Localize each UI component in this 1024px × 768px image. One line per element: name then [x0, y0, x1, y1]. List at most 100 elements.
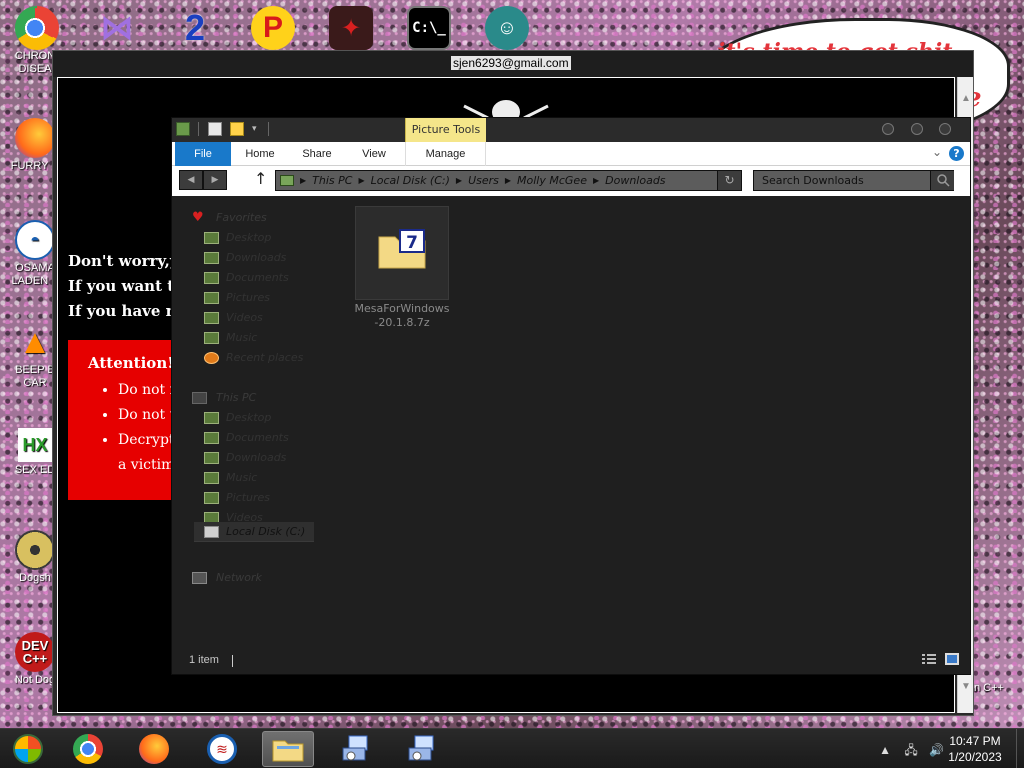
nav-fav-downloads[interactable]: Downloads: [204, 250, 287, 266]
nav-pc-downloads[interactable]: Downloads: [204, 450, 287, 466]
breadcrumb-users[interactable]: Users: [468, 174, 499, 187]
favorites-heart-icon: ♥: [192, 210, 204, 225]
start-button[interactable]: [2, 731, 54, 767]
tab-manage[interactable]: Manage: [405, 142, 486, 166]
network-status-icon[interactable]: 🖧: [904, 743, 917, 757]
nav-pc-desktop[interactable]: Desktop: [204, 410, 272, 426]
breadcrumb-this-pc[interactable]: This PC: [312, 174, 352, 187]
nav-fav-pictures[interactable]: Pictures: [204, 290, 270, 306]
two-icon[interactable]: 2: [170, 6, 220, 50]
nav-label: Recent places: [226, 351, 304, 364]
file-name[interactable]: MesaForWindows-20.1.8.7z: [353, 302, 451, 330]
nav-fav-desktop[interactable]: Desktop: [204, 230, 271, 246]
nav-label: Desktop: [226, 411, 272, 424]
qat-dropdown-icon[interactable]: ▾: [252, 122, 266, 136]
nav-label: Music: [226, 331, 258, 344]
nav-pc-local-disk[interactable]: Local Disk (C:): [204, 524, 305, 540]
breadcrumb-downloads[interactable]: Downloads: [605, 174, 665, 187]
nav-fav-videos[interactable]: Videos: [204, 310, 263, 326]
tab-share[interactable]: Share: [294, 142, 340, 166]
scroll-down-icon[interactable]: ▼: [958, 679, 974, 695]
svg-text:7: 7: [406, 233, 418, 253]
clock-date: 1/20/2023: [948, 750, 1002, 764]
minimize-button[interactable]: [882, 123, 894, 135]
qat-divider: [198, 122, 199, 136]
file-item[interactable]: 7: [355, 206, 449, 300]
computer-icon: [192, 392, 207, 404]
ransom-line-3: If you have no: [68, 302, 187, 320]
nav-this-pc[interactable]: This PC: [192, 390, 256, 406]
search-icon[interactable]: [930, 171, 954, 190]
picture-tools-label: Picture Tools: [405, 118, 486, 142]
nav-fav-music[interactable]: Music: [204, 330, 258, 346]
taskbar-file-explorer[interactable]: [262, 731, 314, 767]
taskbar-installer-1[interactable]: [330, 731, 382, 767]
item-count: 1 item: [189, 654, 219, 666]
nav-pc-documents[interactable]: Documents: [204, 430, 289, 446]
properties-icon[interactable]: [208, 122, 222, 136]
close-button[interactable]: [939, 123, 951, 135]
large-icons-view-icon[interactable]: [945, 653, 959, 665]
explorer-titlebar[interactable]: ▾ Picture Tools: [172, 118, 970, 142]
system-tray: ▲ 🖧 🔊: [879, 741, 944, 762]
refresh-icon[interactable]: ↻: [717, 171, 741, 190]
taskbar-obama[interactable]: ≋: [196, 731, 248, 767]
desktop-folder-icon: [204, 412, 219, 424]
taskbar-installer-2[interactable]: [396, 731, 448, 767]
music-folder-icon: [204, 472, 219, 484]
details-view-icon[interactable]: [922, 653, 936, 665]
nav-label: Downloads: [226, 251, 287, 264]
cmd-icon[interactable]: C:\_: [404, 6, 454, 50]
p-game-icon[interactable]: P: [248, 6, 298, 50]
nav-label: Videos: [226, 311, 263, 324]
ransom-line-2: If you want to: [68, 277, 185, 295]
new-folder-icon[interactable]: [230, 122, 244, 136]
breadcrumb-separator-icon: ▶: [300, 176, 307, 185]
tab-file[interactable]: File: [175, 142, 231, 166]
breadcrumb-separator-icon: ▶: [592, 176, 600, 185]
nav-label: Network: [216, 571, 262, 584]
ribbon-expand-icon[interactable]: ⌄: [932, 145, 942, 159]
nav-favorites[interactable]: ♥ Favorites: [192, 210, 267, 226]
ransom-title: sjen6293@gmail.com: [451, 56, 571, 70]
nav-pc-pictures[interactable]: Pictures: [204, 490, 271, 506]
nav-label: Favorites: [216, 211, 267, 224]
file-list: 7 MesaForWindows-20.1.8.7z: [317, 196, 972, 656]
music-folder-icon: [204, 332, 219, 344]
nav-label: Pictures: [226, 491, 271, 504]
show-desktop-button[interactable]: [1016, 729, 1024, 768]
scroll-up-icon[interactable]: ▲: [958, 91, 974, 107]
chrome-icon: [73, 734, 103, 764]
explorer-app-icon: [176, 122, 190, 136]
tab-home[interactable]: Home: [238, 142, 282, 166]
taskbar-firefox[interactable]: [128, 731, 180, 767]
address-bar[interactable]: ▶ This PC ▶ Local Disk (C:) ▶ Users ▶ Mo…: [275, 170, 742, 191]
attention-box: Attention! Do not r Do not t Decryptic a…: [68, 340, 188, 500]
search-input[interactable]: Search Downloads: [753, 170, 954, 191]
tab-view[interactable]: View: [352, 142, 396, 166]
breadcrumb-local-disk[interactable]: Local Disk (C:): [371, 174, 450, 187]
taskbar-chrome[interactable]: [62, 731, 114, 767]
maximize-button[interactable]: [911, 123, 923, 135]
up-arrow-icon[interactable]: ↑: [254, 171, 267, 187]
nav-network[interactable]: Network: [192, 570, 262, 586]
vlc-cone-icon: ▲: [18, 322, 52, 361]
santa-icon[interactable]: ☺: [482, 6, 532, 50]
clock[interactable]: 10:47 PM 1/20/2023: [940, 733, 1010, 765]
pictures-folder-icon: [204, 492, 219, 504]
visual-studio-icon[interactable]: ⋈: [92, 6, 142, 50]
nav-fav-documents[interactable]: Documents: [204, 270, 289, 286]
help-icon[interactable]: ?: [949, 146, 964, 161]
back-button[interactable]: ◀: [179, 170, 203, 190]
nav-fav-recent[interactable]: Recent places: [204, 350, 304, 366]
navigation-pane: ♥ Favorites Desktop Downloads Documents …: [172, 196, 317, 656]
taskbar: ≋ ▲ 🖧 🔊 10:47 PM 1/20/2023: [0, 728, 1024, 768]
tray-expand-icon[interactable]: ▲: [879, 743, 891, 757]
forward-button[interactable]: ▶: [203, 170, 227, 190]
breadcrumb-user[interactable]: Molly McGee: [517, 174, 587, 187]
installer-icon: [342, 735, 368, 761]
ransom-titlebar[interactable]: sjen6293@gmail.com: [53, 51, 973, 77]
nav-pc-music[interactable]: Music: [204, 470, 257, 486]
nav-label: Downloads: [226, 451, 287, 464]
bird-icon[interactable]: ✦: [326, 6, 376, 50]
